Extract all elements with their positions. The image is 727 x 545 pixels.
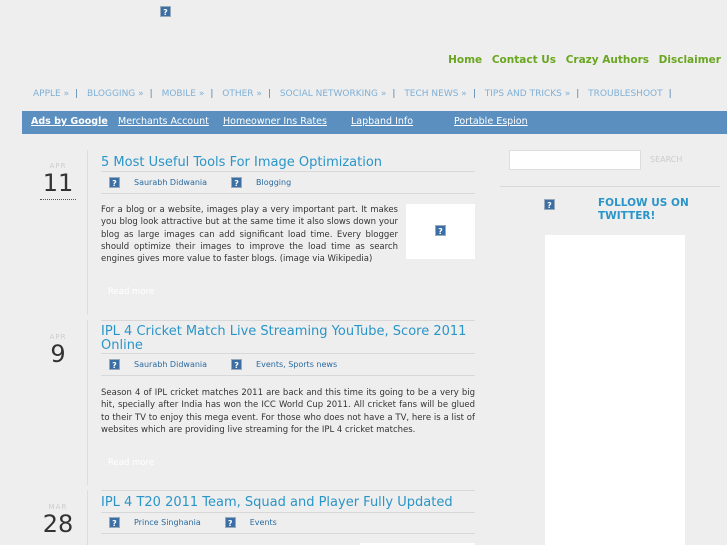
author-icon: ? [109,517,120,528]
post-date: MAR 28 [40,503,76,537]
category-blogging[interactable]: BLOGGING » [87,89,144,99]
read-more-link[interactable]: Read more [108,458,154,468]
post-title[interactable]: IPL 4 T20 2011 Team, Squad and Player Fu… [101,496,481,510]
category-troubleshoot[interactable]: TROUBLESHOOT [588,89,662,99]
ad-bar: Ads by Google Merchants Account Homeowne… [22,111,727,134]
top-link-authors[interactable]: Crazy Authors [566,54,649,66]
author-icon: ? [109,177,120,188]
ad-link-homeowner[interactable]: Homeowner Ins Rates [223,116,327,127]
search-input[interactable] [509,150,641,170]
ads-by-google-link[interactable]: Ads by Google [31,116,108,127]
broken-image-icon: ? [435,225,446,236]
read-more-link[interactable]: Read more [108,287,154,297]
follow-twitter-heading[interactable]: FOLLOW US ON TWITTER! [598,197,689,223]
post-title[interactable]: 5 Most Useful Tools For Image Optimizati… [101,156,481,170]
top-nav: Home Contact Us Crazy Authors Disclaimer [448,54,727,66]
post-author[interactable]: Saurabh Didwania [134,360,207,369]
post-meta: ? Saurabh Didwania? Events, Sports news [109,359,337,370]
top-link-contact[interactable]: Contact Us [492,54,556,66]
post-date: APR 9 [40,333,76,367]
ad-link-lapband[interactable]: Lapband Info [351,116,413,127]
ad-link-espion[interactable]: Portable Espion [454,116,528,127]
twitter-widget [545,235,685,545]
search-button[interactable]: SEARCH [650,155,682,164]
ad-link-merchants[interactable]: Merchants Account [118,116,209,127]
category-nav: APPLE » | BLOGGING » | MOBILE » | OTHER » | … [33,89,672,99]
broken-image-icon: ? [160,6,171,17]
category-other[interactable]: OTHER » [222,89,262,99]
category-tips-tricks[interactable]: TIPS AND TRICKS » [485,89,571,99]
top-link-disclaimer[interactable]: Disclaimer [659,54,721,66]
post-meta: ? Saurabh Didwania? Blogging [109,177,291,188]
post-thumbnail[interactable]: ? [406,204,475,259]
category-icon: ? [224,517,236,528]
category-mobile[interactable]: MOBILE » [162,89,205,99]
post-category[interactable]: Blogging [256,178,291,187]
post-day: 28 [42,510,74,538]
post-meta: ? Prince Singhania? Events [109,517,277,528]
post-author[interactable]: Saurabh Didwania [134,178,207,187]
post-day: 9 [50,340,66,368]
post-excerpt: For a blog or a website, images play a v… [101,205,398,265]
category-social-networking[interactable]: SOCIAL NETWORKING » [280,89,387,99]
category-tech-news[interactable]: TECH NEWS » [404,89,467,99]
top-link-home[interactable]: Home [448,54,482,66]
post-category[interactable]: Events, Sports news [256,360,337,369]
post-title[interactable]: IPL 4 Cricket Match Live Streaming YouTu… [101,325,481,353]
category-icon: ? [231,177,243,188]
author-icon: ? [109,359,120,370]
twitter-icon[interactable]: ? [544,199,555,210]
post-excerpt: Season 4 of IPL cricket matches 2011 are… [101,388,475,435]
post-category[interactable]: Events [250,518,277,527]
post-date: APR 11 [40,162,76,200]
post-day: 11 [40,170,76,200]
category-icon: ? [231,359,243,370]
post-author[interactable]: Prince Singhania [134,518,201,527]
category-apple[interactable]: APPLE » [33,89,69,99]
